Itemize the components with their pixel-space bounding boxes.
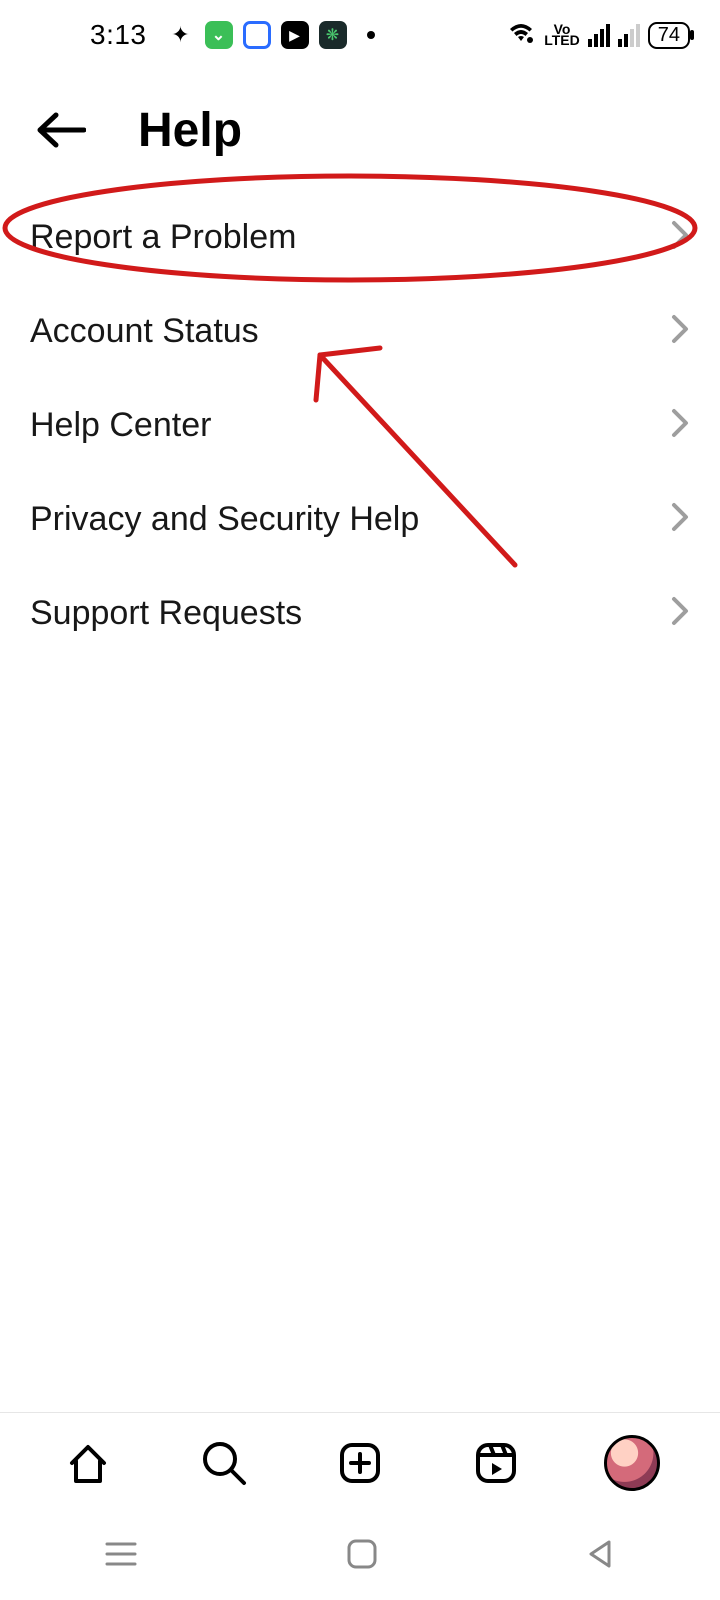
system-recents-button[interactable]: [103, 1539, 139, 1574]
signal-2-icon: [618, 24, 640, 47]
reels-icon: [472, 1439, 520, 1487]
help-menu: Report a Problem Account Status Help Cen…: [0, 190, 720, 660]
square-outline-icon: [345, 1537, 379, 1571]
menu-item-label: Support Requests: [30, 594, 302, 633]
menu-item-label: Report a Problem: [30, 218, 296, 257]
status-time: 3:13: [90, 19, 147, 51]
system-nav-bar: [0, 1512, 720, 1600]
chevron-right-icon: [670, 595, 690, 632]
triangle-left-icon: [585, 1538, 617, 1570]
home-icon: [64, 1439, 112, 1487]
menu-item-account-status[interactable]: Account Status: [30, 284, 690, 378]
chevron-right-icon: [670, 407, 690, 444]
arrow-left-icon: [34, 110, 86, 150]
chevron-right-icon: [670, 219, 690, 256]
chevron-right-icon: [670, 501, 690, 538]
notification-more-dot-icon: [367, 31, 375, 39]
avatar: [604, 1435, 660, 1491]
status-bar: 3:13 ✦ ⌄ ▶ ❋ Vo LTED 74: [0, 0, 720, 70]
plus-square-icon: [336, 1439, 384, 1487]
menu-item-support-requests[interactable]: Support Requests: [30, 566, 690, 660]
app-bottom-nav: [0, 1412, 720, 1512]
battery-icon: 74: [648, 22, 690, 49]
search-icon: [199, 1438, 249, 1488]
nav-home-button[interactable]: [58, 1433, 118, 1493]
notification-youtube-icon: ▶: [281, 21, 309, 49]
page-title: Help: [138, 103, 242, 158]
menu-item-report-a-problem[interactable]: Report a Problem: [30, 190, 690, 284]
notification-app-green-icon: ⌄: [205, 21, 233, 49]
volte-icon: Vo LTED: [544, 24, 580, 46]
nav-reels-button[interactable]: [466, 1433, 526, 1493]
system-back-button[interactable]: [585, 1538, 617, 1575]
nav-search-button[interactable]: [194, 1433, 254, 1493]
notification-star-icon: ✦: [167, 21, 195, 49]
menu-item-label: Help Center: [30, 406, 211, 445]
menu-item-help-center[interactable]: Help Center: [30, 378, 690, 472]
back-button[interactable]: [30, 100, 90, 160]
menu-item-label: Account Status: [30, 312, 259, 351]
status-left: 3:13 ✦ ⌄ ▶ ❋: [90, 19, 375, 51]
chevron-right-icon: [670, 313, 690, 350]
menu-item-privacy-security-help[interactable]: Privacy and Security Help: [30, 472, 690, 566]
wifi-icon: [506, 20, 536, 51]
signal-1-icon: [588, 24, 610, 47]
nav-create-button[interactable]: [330, 1433, 390, 1493]
system-home-button[interactable]: [345, 1537, 379, 1576]
nav-profile-button[interactable]: [602, 1433, 662, 1493]
notification-app-dark-icon: ❋: [319, 21, 347, 49]
page-header: Help: [0, 70, 720, 190]
status-right: Vo LTED 74: [506, 20, 690, 51]
menu-item-label: Privacy and Security Help: [30, 500, 419, 539]
notification-app-blue-icon: [243, 21, 271, 49]
menu-lines-icon: [103, 1539, 139, 1569]
